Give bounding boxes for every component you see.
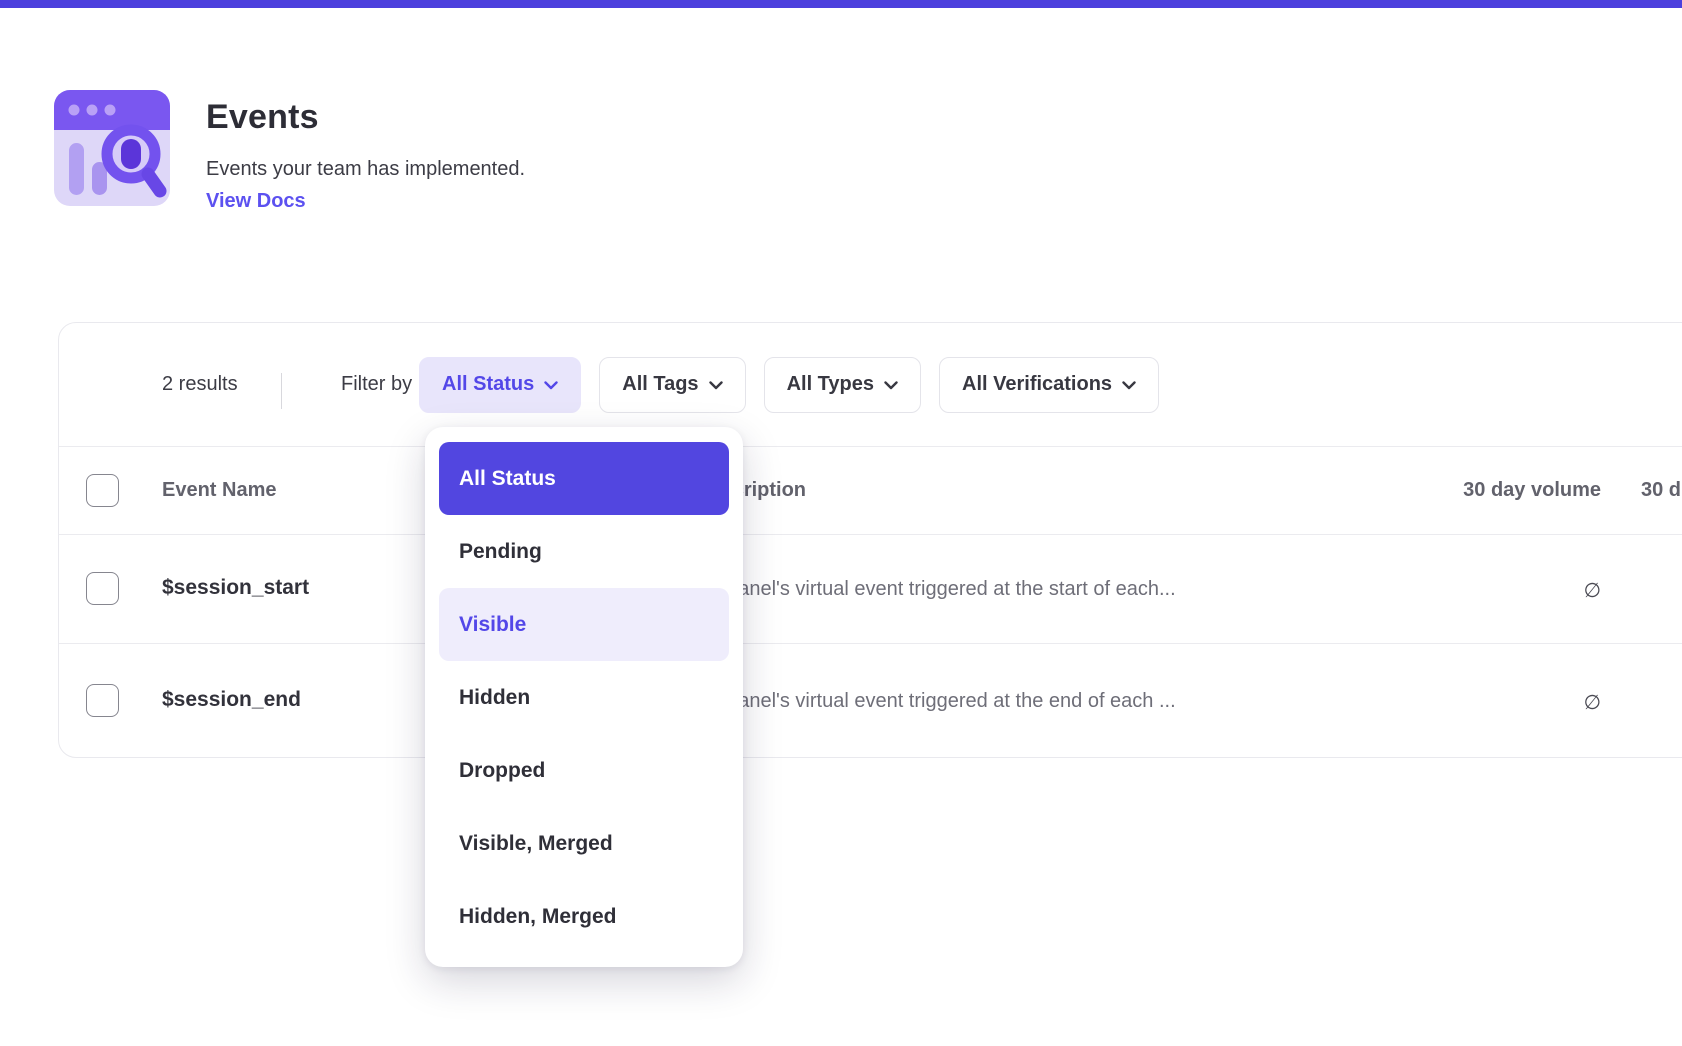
chevron-down-icon	[544, 381, 558, 390]
column-header-30-day-clipped: 30 d	[1641, 479, 1681, 502]
column-header-event-name: Event Name	[162, 479, 277, 502]
status-filter-button[interactable]: All Status	[419, 357, 581, 413]
status-filter-label: All Status	[442, 373, 534, 396]
types-filter-button[interactable]: All Types	[764, 357, 921, 413]
view-docs-link[interactable]: View Docs	[206, 190, 306, 213]
events-table-card: 2 results Filter by All Status All Tags …	[58, 322, 1682, 758]
divider	[59, 534, 1682, 535]
results-count: 2 results	[162, 373, 238, 396]
event-description-cell: Mixpanel's virtual event triggered at th…	[696, 690, 1176, 713]
select-all-checkbox[interactable]	[86, 474, 119, 507]
status-dropdown-menu: All Status Pending Visible Hidden Droppe…	[425, 427, 743, 967]
row-checkbox[interactable]	[86, 684, 119, 717]
chevron-down-icon	[709, 381, 723, 390]
top-accent-bar	[0, 0, 1682, 8]
status-option-visible[interactable]: Visible	[439, 588, 729, 661]
volume-cell: ∅	[1421, 690, 1601, 715]
status-option-hidden-merged[interactable]: Hidden, Merged	[439, 880, 729, 953]
volume-cell: ∅	[1421, 578, 1601, 603]
status-option-dropped[interactable]: Dropped	[439, 734, 729, 807]
status-option-visible-merged[interactable]: Visible, Merged	[439, 807, 729, 880]
row-checkbox[interactable]	[86, 572, 119, 605]
status-option-all-status[interactable]: All Status	[439, 442, 729, 515]
chevron-down-icon	[884, 381, 898, 390]
tags-filter-label: All Tags	[622, 373, 698, 396]
filter-bar: 2 results Filter by All Status All Tags …	[59, 323, 1682, 446]
bar-chart-bar	[69, 143, 84, 195]
events-app-icon	[52, 88, 172, 208]
status-option-pending[interactable]: Pending	[439, 515, 729, 588]
column-header-30-day-volume: 30 day volume	[1421, 479, 1601, 502]
verifications-filter-button[interactable]: All Verifications	[939, 357, 1159, 413]
types-filter-label: All Types	[787, 373, 874, 396]
event-description-cell: Mixpanel's virtual event triggered at th…	[696, 578, 1176, 601]
verifications-filter-label: All Verifications	[962, 373, 1112, 396]
chevron-down-icon	[1122, 381, 1136, 390]
tags-filter-button[interactable]: All Tags	[599, 357, 745, 413]
page-title: Events	[206, 98, 319, 137]
divider	[281, 373, 282, 409]
event-name-cell[interactable]: $session_start	[162, 576, 309, 600]
event-name-cell[interactable]: $session_end	[162, 688, 301, 712]
page-subtitle: Events your team has implemented.	[206, 158, 525, 181]
status-option-hidden[interactable]: Hidden	[439, 661, 729, 734]
filter-by-label: Filter by	[341, 373, 412, 396]
divider	[59, 446, 1682, 447]
divider	[59, 643, 1682, 644]
